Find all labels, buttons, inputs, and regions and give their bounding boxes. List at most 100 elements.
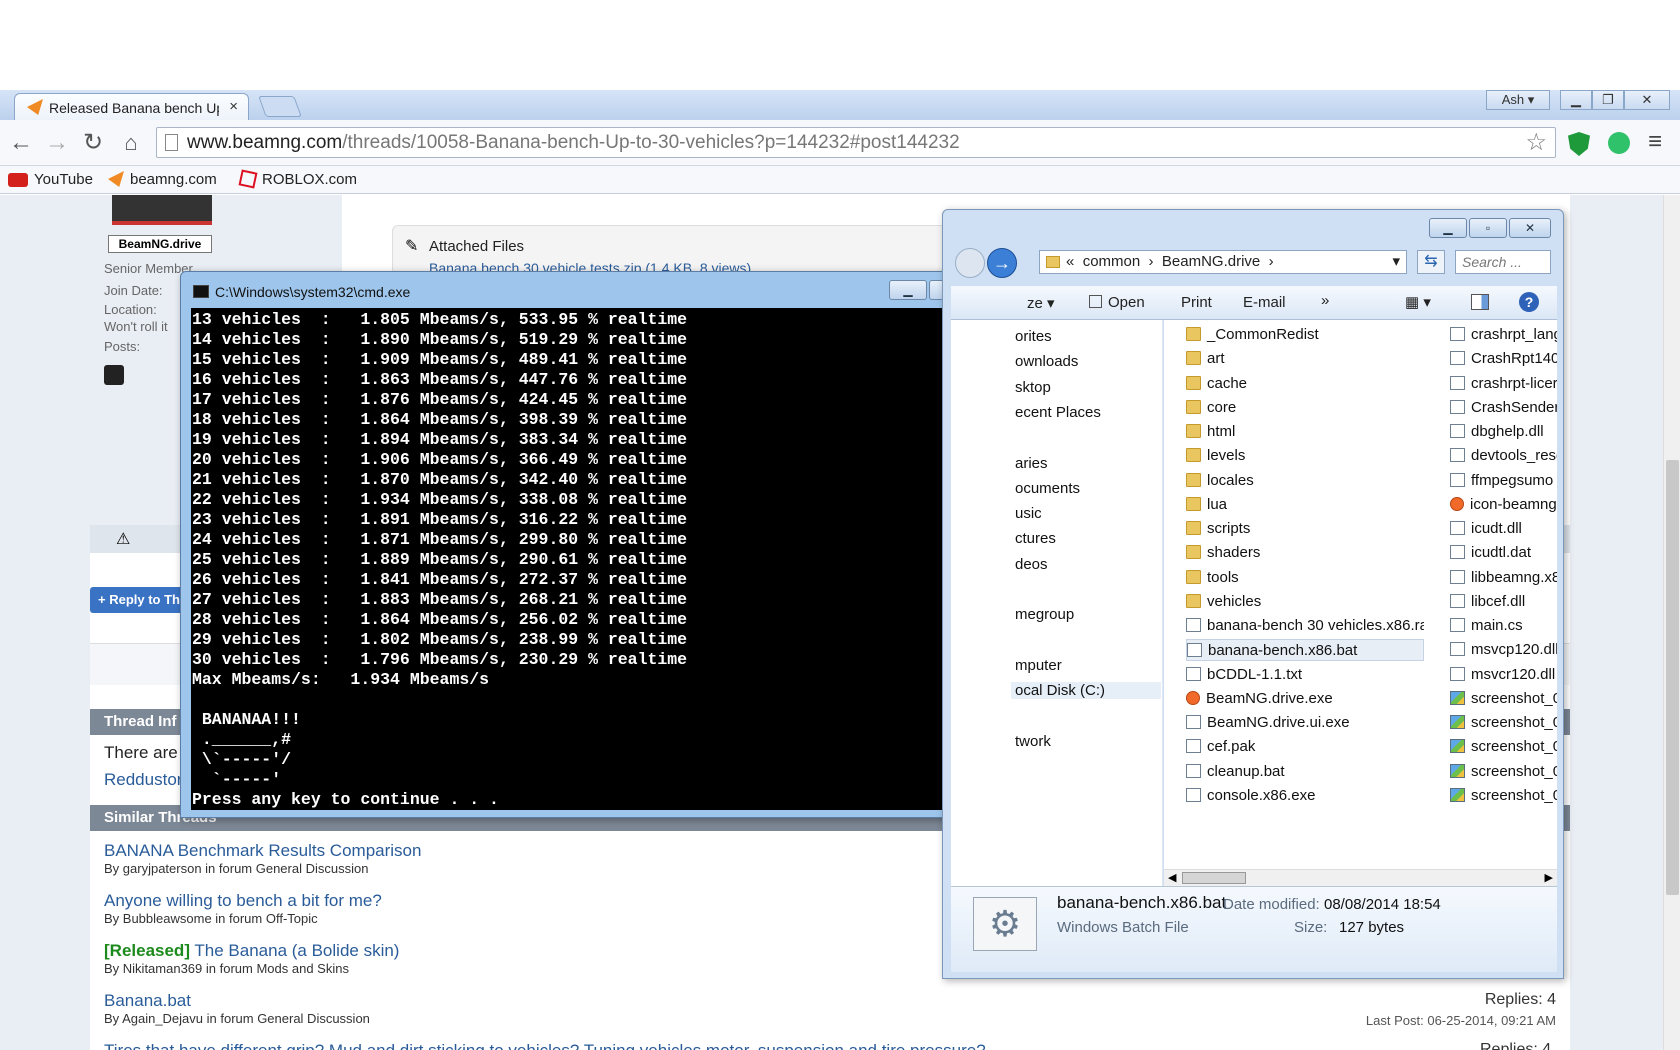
- minimize-button[interactable]: ▁: [1560, 90, 1592, 110]
- home-icon[interactable]: ⌂: [118, 130, 144, 156]
- email-button[interactable]: E-mail: [1243, 294, 1286, 311]
- back-icon[interactable]: ←: [8, 130, 34, 156]
- file-item[interactable]: banana-bench 30 vehicles.x86.rar: [1186, 615, 1424, 637]
- star-icon[interactable]: ☆: [1525, 128, 1547, 157]
- explorer-search-input[interactable]: Search ...: [1455, 250, 1551, 274]
- file-item[interactable]: CrashRpt140: [1450, 348, 1557, 370]
- file-item[interactable]: screenshot_0: [1450, 736, 1557, 758]
- nav-item[interactable]: ocuments: [1015, 480, 1080, 497]
- page-scrollbar[interactable]: [1663, 195, 1680, 1050]
- menu-icon[interactable]: ≡: [1648, 128, 1662, 156]
- file-item[interactable]: bCDDL-1.1.txt: [1186, 664, 1424, 686]
- file-item[interactable]: msvcr120.dll: [1450, 664, 1557, 686]
- nav-item[interactable]: megroup: [1015, 606, 1074, 623]
- breadcrumb-beamng[interactable]: BeamNG.drive: [1162, 253, 1260, 270]
- explorer-back-icon[interactable]: [955, 248, 985, 278]
- cmd-output[interactable]: 13 vehicles : 1.805 Mbeams/s, 533.95 % r…: [191, 308, 1003, 810]
- folder-item[interactable]: vehicles: [1186, 591, 1424, 613]
- folder-item[interactable]: levels: [1186, 445, 1424, 467]
- similar-thread-link[interactable]: Banana.bat: [104, 991, 1556, 1011]
- file-item[interactable]: ffmpegsumo: [1450, 470, 1557, 492]
- file-item[interactable]: banana-bench.x86.bat: [1186, 639, 1424, 662]
- bookmark-roblox[interactable]: ROBLOX.com: [238, 169, 357, 189]
- explorer-minimize-button[interactable]: ▁: [1429, 218, 1467, 238]
- similar-thread-link[interactable]: The Banana (a Bolide skin): [194, 941, 399, 960]
- folder-item[interactable]: cache: [1186, 373, 1424, 395]
- nav-item[interactable]: ocal Disk (C:): [1011, 682, 1161, 700]
- open-button[interactable]: Open: [1089, 294, 1145, 311]
- file-item[interactable]: BeamNG.drive.exe: [1186, 688, 1424, 710]
- file-item[interactable]: icudtl.dat: [1450, 542, 1557, 564]
- view-options-icon[interactable]: ▦ ▾: [1405, 293, 1431, 311]
- shield-extension-icon[interactable]: [1568, 132, 1590, 156]
- browser-tab[interactable]: Released Banana bench Up ×: [14, 93, 249, 120]
- reload-icon[interactable]: ↻: [80, 130, 106, 156]
- file-item[interactable]: devtools_reso: [1450, 445, 1557, 467]
- restore-button[interactable]: ❐: [1592, 90, 1624, 110]
- explorer-h-scroll-thumb[interactable]: [1182, 872, 1246, 884]
- tab-close-icon[interactable]: ×: [229, 98, 238, 115]
- refresh-icon[interactable]: ⇆: [1417, 250, 1445, 274]
- breadcrumb-common[interactable]: common: [1083, 253, 1141, 270]
- cmd-minimize-button[interactable]: ▁: [889, 280, 927, 300]
- explorer-close-button[interactable]: ✕: [1509, 218, 1551, 238]
- file-item[interactable]: dbghelp.dll: [1450, 421, 1557, 443]
- nav-item[interactable]: ecent Places: [1015, 404, 1101, 421]
- nav-item[interactable]: deos: [1015, 556, 1048, 573]
- folder-item[interactable]: _CommonRedist: [1186, 324, 1424, 346]
- file-item[interactable]: icon-beamng: [1450, 494, 1557, 516]
- profile-button[interactable]: Ash ▾: [1486, 90, 1550, 110]
- scroll-left-icon[interactable]: ◀: [1168, 871, 1176, 884]
- scroll-right-icon[interactable]: ▶: [1545, 871, 1553, 884]
- explorer-address-bar[interactable]: « common › BeamNG.drive › ▾: [1039, 250, 1407, 274]
- nav-item[interactable]: ownloads: [1015, 353, 1078, 370]
- nav-item[interactable]: sktop: [1015, 379, 1051, 396]
- reply-button[interactable]: + Reply to Th: [90, 587, 190, 613]
- folder-item[interactable]: art: [1186, 348, 1424, 370]
- explorer-h-scrollbar[interactable]: ◀ ▶: [1164, 869, 1557, 886]
- similar-thread-link[interactable]: Tires that have different grip? Mud and …: [104, 1041, 986, 1050]
- forward-icon[interactable]: →: [44, 130, 70, 156]
- nav-item[interactable]: usic: [1015, 505, 1042, 522]
- folder-item[interactable]: locales: [1186, 470, 1424, 492]
- explorer-forward-icon[interactable]: →: [987, 248, 1017, 278]
- file-item[interactable]: screenshot_0: [1450, 688, 1557, 710]
- bookmark-youtube[interactable]: YouTube: [8, 171, 93, 188]
- grammarly-extension-icon[interactable]: [1608, 132, 1630, 154]
- similar-thread-link[interactable]: BANANA Benchmark Results Comparison: [104, 841, 421, 861]
- similar-thread-link[interactable]: Anyone willing to bench a bit for me?: [104, 891, 382, 911]
- folder-item[interactable]: core: [1186, 397, 1424, 419]
- file-item[interactable]: main.cs: [1450, 615, 1557, 637]
- thread-info-user[interactable]: Reddustor: [104, 770, 182, 790]
- help-icon[interactable]: ?: [1519, 292, 1539, 312]
- file-item[interactable]: crashrpt_lang: [1450, 324, 1557, 346]
- file-item[interactable]: console.x86.exe: [1186, 785, 1424, 807]
- page-scrollbar-thumb[interactable]: [1666, 460, 1679, 895]
- address-bar[interactable]: www.beamng.com/threads/10058-Banana-benc…: [156, 127, 1556, 158]
- file-item[interactable]: CrashSender: [1450, 397, 1557, 419]
- file-item[interactable]: icudt.dll: [1450, 518, 1557, 540]
- folder-item[interactable]: lua: [1186, 494, 1424, 516]
- file-item[interactable]: cef.pak: [1186, 736, 1424, 758]
- nav-item[interactable]: orites: [1015, 328, 1052, 345]
- more-commands-button[interactable]: »: [1321, 292, 1329, 309]
- close-button[interactable]: ✕: [1624, 90, 1670, 110]
- file-item[interactable]: BeamNG.drive.ui.exe: [1186, 712, 1424, 734]
- file-item[interactable]: cleanup.bat: [1186, 761, 1424, 783]
- file-item[interactable]: msvcp120.dll: [1450, 639, 1557, 661]
- preview-pane-icon[interactable]: [1471, 294, 1489, 310]
- new-tab-button[interactable]: [258, 96, 302, 117]
- file-item[interactable]: libbeamng.x8: [1450, 567, 1557, 589]
- file-item[interactable]: libcef.dll: [1450, 591, 1557, 613]
- folder-item[interactable]: shaders: [1186, 542, 1424, 564]
- print-button[interactable]: Print: [1181, 294, 1212, 311]
- bookmark-beamng[interactable]: beamng.com: [108, 171, 217, 188]
- folder-item[interactable]: tools: [1186, 567, 1424, 589]
- nav-item[interactable]: ctures: [1015, 530, 1056, 547]
- nav-item[interactable]: aries: [1015, 455, 1048, 472]
- steam-icon[interactable]: [104, 365, 124, 385]
- file-item[interactable]: screenshot_0: [1450, 785, 1557, 807]
- nav-item[interactable]: mputer: [1015, 657, 1062, 674]
- file-item[interactable]: screenshot_0: [1450, 712, 1557, 734]
- folder-item[interactable]: html: [1186, 421, 1424, 443]
